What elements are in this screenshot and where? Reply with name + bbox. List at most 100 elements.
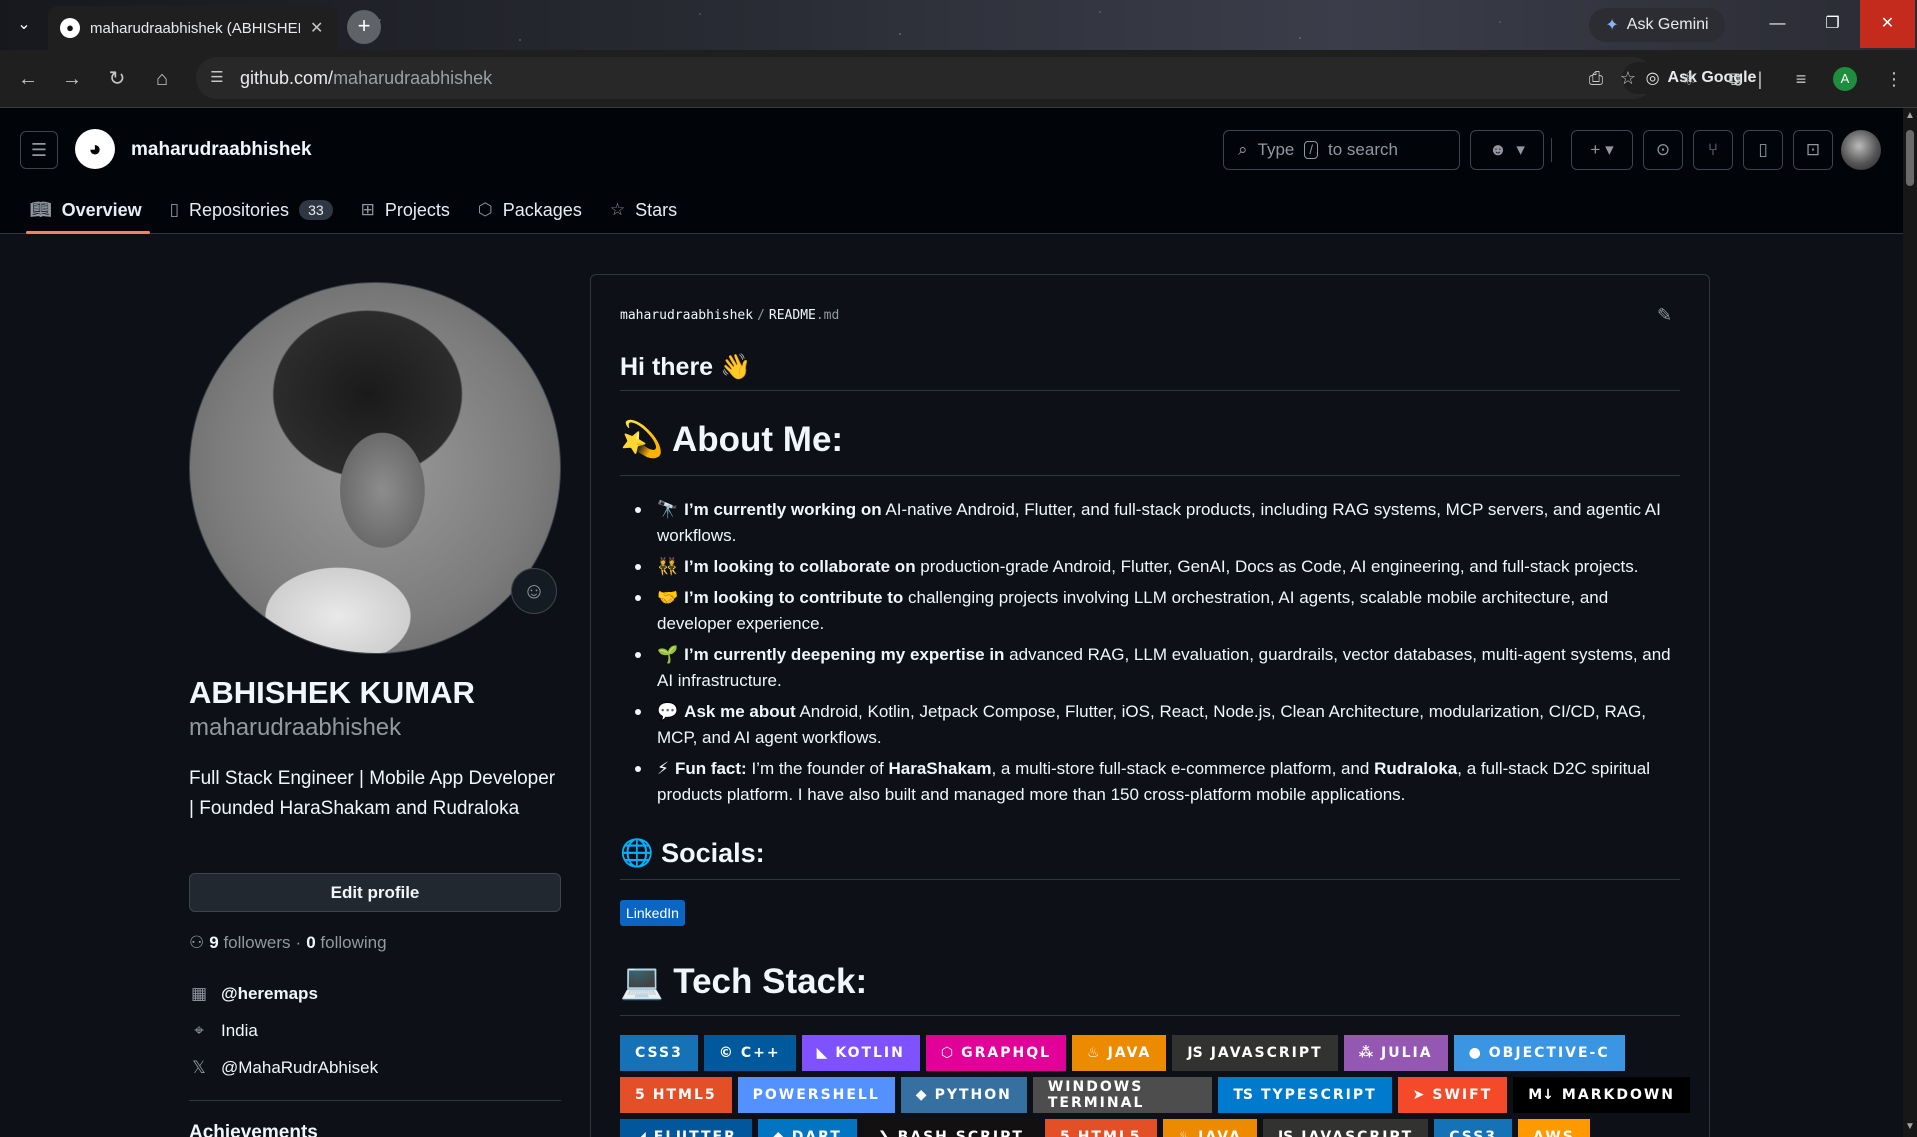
tab-overview[interactable]: 📖︎ Overview — [16, 186, 156, 234]
tab-stars[interactable]: ☆ Stars — [596, 186, 691, 234]
badge-label: TYPESCRIPT — [1260, 1087, 1377, 1103]
tech-badge: ● OBJECTIVE-C — [1453, 1035, 1625, 1071]
path-separator: / — [757, 308, 765, 323]
browser-profile-avatar[interactable]: A — [1833, 67, 1857, 91]
notifications-button[interactable]: ⊡ — [1793, 130, 1833, 170]
ask-gemini-button[interactable]: ✦ Ask Gemini — [1589, 8, 1725, 42]
badge-logo-icon: JS — [1277, 1129, 1294, 1137]
address-bar[interactable]: ☰ github.com/maharudraabhishek ◎ Ask Goo… — [196, 57, 1780, 99]
set-status-smiley-icon[interactable]: ☺ — [511, 568, 557, 614]
badge-label: CSS3 — [1449, 1129, 1498, 1137]
copilot-icon: ☻ — [1489, 140, 1507, 159]
edit-profile-button[interactable]: Edit profile — [189, 873, 561, 912]
browser-menu-icon[interactable]: ⋮ — [1880, 65, 1908, 93]
table-icon: ⊞ — [360, 200, 375, 219]
search-icon: ⌕ — [1238, 140, 1248, 159]
copilot-button[interactable]: ☻ ▾ — [1470, 130, 1544, 170]
search-input[interactable]: ⌕ Type / to search — [1223, 130, 1460, 170]
badge-label: KOTLIN — [835, 1045, 905, 1061]
twitter-handle: @MahaRudrAbhisek — [221, 1058, 379, 1077]
profile-twitter[interactable]: 𝕏 @MahaRudrAbhisek — [189, 1058, 378, 1078]
tech-badge: M↓ MARKDOWN — [1513, 1077, 1690, 1113]
install-app-icon[interactable]: ⎙ — [1582, 64, 1610, 92]
url-text[interactable]: github.com/maharudraabhishek — [240, 68, 492, 89]
badge-logo-icon: ● — [1468, 1045, 1481, 1061]
scroll-down-arrow-icon[interactable]: ▼ — [1903, 1121, 1917, 1135]
heading-rule — [620, 475, 1680, 476]
achievements-heading: Achievements — [189, 1122, 318, 1137]
extensions-puzzle-icon[interactable]: ⧉ — [1721, 65, 1749, 93]
badge-label: CSS3 — [635, 1045, 683, 1061]
badge-logo-icon: M↓ — [1528, 1087, 1554, 1103]
tab-title: maharudraabhishek (ABHISHEK — [90, 19, 300, 37]
badge-label: JAVA — [1198, 1129, 1242, 1137]
scroll-thumb[interactable] — [1906, 130, 1914, 186]
plus-icon: + — [1590, 140, 1601, 159]
tech-badge: JS JAVASCRIPT — [1262, 1119, 1429, 1137]
header-username[interactable]: maharudraabhishek — [131, 139, 312, 161]
home-icon[interactable]: ⌂ — [148, 65, 176, 93]
page-scrollbar[interactable]: ▲ ▼ — [1903, 108, 1917, 1137]
badge-label: JAVASCRIPT — [1301, 1129, 1414, 1137]
badge-label: HTML5 — [652, 1087, 717, 1103]
following-link[interactable]: 0 following — [306, 933, 386, 953]
tab-projects[interactable]: ⊞ Projects — [347, 186, 464, 234]
window-controls: — ❐ ✕ — [1750, 0, 1917, 48]
github-logo-icon[interactable]: ◕ — [75, 129, 115, 169]
heading-rule — [620, 390, 1680, 391]
badge-label: PYTHON — [934, 1087, 1012, 1103]
edit-readme-pencil-icon[interactable]: ✎ — [1657, 305, 1672, 326]
user-avatar[interactable] — [1841, 130, 1881, 170]
repositories-button[interactable]: ▯ — [1743, 130, 1783, 170]
tab-repositories[interactable]: ▯ Repositories 33 — [156, 186, 347, 234]
create-new-button[interactable]: + ▾ — [1571, 130, 1633, 170]
badge-label: OBJECTIVE-C — [1488, 1045, 1610, 1061]
reload-icon[interactable]: ↻ — [103, 65, 131, 93]
bookmark-star-icon[interactable]: ☆ — [1614, 64, 1642, 92]
gemini-icon: ✦ — [1605, 17, 1619, 34]
about-heading: 💫 About Me: — [620, 420, 844, 459]
badge-label: GRAPHQL — [961, 1045, 1052, 1061]
media-controls-icon[interactable]: ≡ — [1787, 65, 1815, 93]
forward-arrow-icon[interactable]: → — [58, 65, 86, 93]
badge-logo-icon: ❯ — [877, 1129, 890, 1137]
copilot-dropdown-icon[interactable]: ▾ — [1516, 140, 1525, 159]
badge-logo-icon: ◣ — [816, 1045, 828, 1061]
profile-avatar[interactable] — [189, 282, 561, 654]
readme-file-ext: .md — [815, 308, 840, 323]
search-prefix: Type — [1257, 140, 1295, 159]
inbox-icon: ⊡ — [1805, 140, 1821, 159]
site-info-icon[interactable]: ☰ — [200, 61, 234, 95]
restore-icon[interactable]: ❐ — [1805, 0, 1860, 48]
browser-tab[interactable]: ● maharudraabhishek (ABHISHEK ✕ — [48, 6, 338, 50]
readme-path-user[interactable]: maharudraabhishek — [620, 308, 753, 323]
followers-link[interactable]: 9 followers — [209, 933, 290, 953]
new-tab-button[interactable]: + — [347, 10, 381, 44]
tech-badge: CSS3 — [620, 1035, 698, 1071]
hamburger-menu-icon[interactable]: ☰ — [20, 131, 58, 169]
follow-stats: ⚇ 9 followers · 0 following — [189, 933, 387, 953]
react-devtools-icon[interactable]: ⚛ — [1675, 65, 1703, 93]
location-label: India — [221, 1021, 258, 1040]
tech-badge: ⬡ GRAPHQL — [925, 1035, 1067, 1071]
minimize-icon[interactable]: — — [1750, 0, 1805, 48]
tab-packages[interactable]: ⬡ Packages — [464, 186, 596, 234]
badge-label: SWIFT — [1432, 1087, 1493, 1103]
list-item: 🔭 I’m currently working on AI-native Andr… — [620, 497, 1680, 549]
tab-close-icon[interactable]: ✕ — [310, 18, 323, 38]
issues-button[interactable]: ⊙ — [1643, 130, 1683, 170]
list-item: 🌱 I’m currently deepening my expertise in… — [620, 642, 1680, 694]
readme-path: maharudraabhishek / README.md — [620, 308, 839, 323]
profile-location: ⌖ India — [189, 1021, 258, 1041]
readme-panel: maharudraabhishek / README.md ✎ Hi there 👋… — [590, 274, 1710, 1137]
tab-search-button[interactable]: ⌄ — [8, 12, 40, 38]
badge-label: BASH SCRIPT — [897, 1129, 1024, 1137]
linkedin-badge[interactable]: LinkedIn — [620, 900, 685, 926]
list-item: 💬 Ask me about Android, Kotlin, Jetpack C… — [620, 699, 1680, 751]
badge-logo-icon: ♨ — [1177, 1129, 1191, 1137]
scroll-up-arrow-icon[interactable]: ▲ — [1903, 110, 1917, 124]
window-close-icon[interactable]: ✕ — [1860, 0, 1915, 48]
back-arrow-icon[interactable]: ← — [14, 65, 42, 93]
profile-organization[interactable]: ▦ @heremaps — [189, 984, 318, 1004]
pull-requests-button[interactable]: ⑂ — [1693, 130, 1733, 170]
